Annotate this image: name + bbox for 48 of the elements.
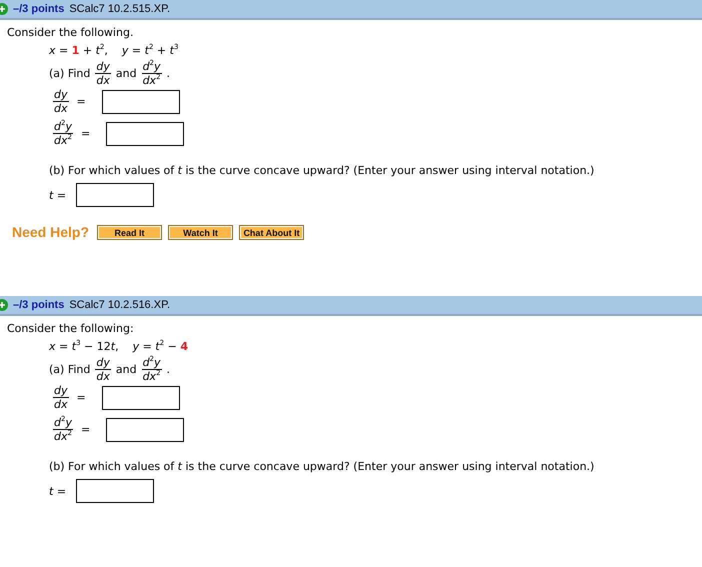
- fraction-denominator: dx$^{2}$: [142, 370, 161, 382]
- answer-field[interactable]: [76, 183, 154, 207]
- intro-text: Consider the following.: [7, 26, 134, 39]
- help-button[interactable]: Watch It: [168, 225, 234, 240]
- instruction-text: .: [166, 363, 170, 376]
- answer-field[interactable]: [106, 122, 184, 146]
- fraction-numerator: dy: [95, 61, 111, 74]
- equals-sign: =: [76, 391, 86, 404]
- equation: x = t$^{3}$ − 12t, y = t$^{2}$ − 4: [49, 340, 189, 353]
- fraction-denominator: dx: [96, 370, 110, 382]
- answer-field[interactable]: [102, 386, 180, 410]
- equals-sign: =: [80, 127, 90, 140]
- answer-field[interactable]: [102, 90, 180, 114]
- points-label: –/3 points: [13, 3, 64, 15]
- fraction-numerator: d$^{2}$y: [142, 61, 162, 74]
- instruction-text: (a) Find: [49, 363, 90, 376]
- help-button[interactable]: Chat About It: [239, 225, 304, 240]
- instruction-text: and: [116, 67, 137, 80]
- answer-field[interactable]: [106, 418, 184, 442]
- instruction-text: and: [116, 363, 137, 376]
- fraction-numerator: d$^{2}$y: [53, 417, 73, 430]
- equals-sign: =: [80, 423, 90, 436]
- fraction-numerator: d$^{2}$y: [53, 121, 73, 134]
- fraction-denominator: dx$^{2}$: [142, 74, 161, 86]
- instruction-text: (a) Find: [49, 67, 90, 80]
- question-text: (b) For which values of t is the curve concave upward? (Enter your answer using interval notation.): [49, 164, 596, 177]
- fraction-numerator: dy: [95, 357, 111, 370]
- answer-label: t =: [49, 484, 66, 498]
- answer-label: t =: [49, 188, 66, 202]
- fraction-numerator: dy: [53, 89, 68, 102]
- equals-sign: =: [76, 95, 86, 108]
- fraction-numerator: dy: [53, 385, 68, 398]
- fraction-denominator: dx$^{2}$: [54, 134, 72, 146]
- fraction-denominator: dx: [54, 102, 68, 114]
- question-text: (b) For which values of t is the curve concave upward? (Enter your answer using interval notation.): [49, 460, 596, 473]
- instruction-text: .: [166, 67, 170, 80]
- intro-text: Consider the following:: [7, 322, 135, 335]
- problem-code: SCalc7 10.2.515.XP.: [69, 3, 170, 15]
- points-label: –/3 points: [13, 299, 64, 311]
- problem-code: SCalc7 10.2.516.XP.: [69, 299, 170, 311]
- help-button[interactable]: Read It: [97, 225, 162, 240]
- fraction-denominator: dx$^{2}$: [54, 430, 72, 442]
- fraction-denominator: dx: [54, 398, 68, 410]
- help-label: Need Help?: [12, 226, 90, 239]
- answer-field[interactable]: [76, 479, 154, 503]
- fraction-denominator: dx: [96, 74, 110, 86]
- fraction-numerator: d$^{2}$y: [142, 357, 162, 370]
- equation: x = 1 + t$^{2}$, y = t$^{2}$ + t$^{3}$: [49, 44, 180, 57]
